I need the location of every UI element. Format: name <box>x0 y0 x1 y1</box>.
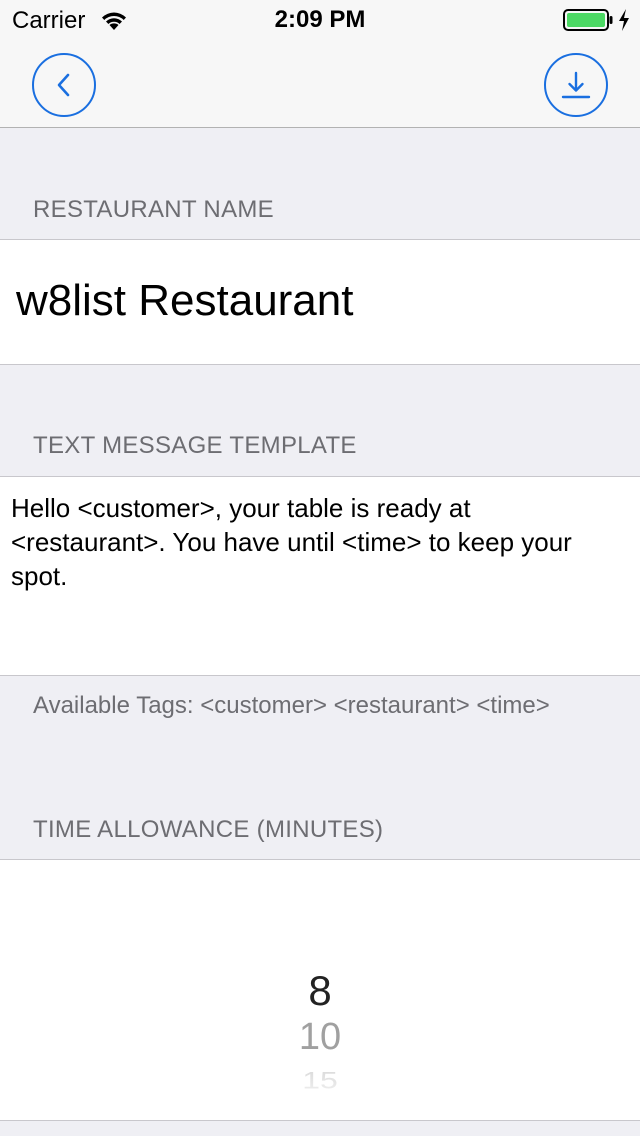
restaurant-name-input[interactable] <box>16 274 616 328</box>
status-time: 2:09 PM <box>274 6 366 33</box>
time-allowance-header: TIME ALLOWANCE (MINUTES) <box>33 816 384 843</box>
restaurant-name-cell <box>0 239 640 365</box>
battery-icon <box>563 9 613 31</box>
download-icon <box>561 71 591 99</box>
chevron-left-icon <box>57 73 70 97</box>
available-tags-footer: Available Tags: <customer> <restaurant> … <box>33 692 550 719</box>
charging-bolt-icon <box>619 9 629 31</box>
picker-option[interactable]: 15 <box>0 1066 640 1095</box>
text-message-template-textarea[interactable]: Hello <customer>, your table is ready at… <box>11 491 626 593</box>
navigation-bar <box>0 40 640 128</box>
picker-option-selected[interactable]: 8 <box>0 966 640 1016</box>
status-bar: Carrier 2:09 PM <box>0 0 640 40</box>
time-allowance-picker[interactable]: 8 10 15 <box>0 859 640 1121</box>
picker-option[interactable]: 10 <box>0 1014 640 1060</box>
download-button[interactable] <box>544 53 608 117</box>
text-message-cell[interactable]: Hello <customer>, your table is ready at… <box>0 476 640 676</box>
text-message-template-header: TEXT MESSAGE TEMPLATE <box>33 432 357 459</box>
back-button[interactable] <box>32 53 96 117</box>
restaurant-name-header: RESTAURANT NAME <box>33 196 274 223</box>
